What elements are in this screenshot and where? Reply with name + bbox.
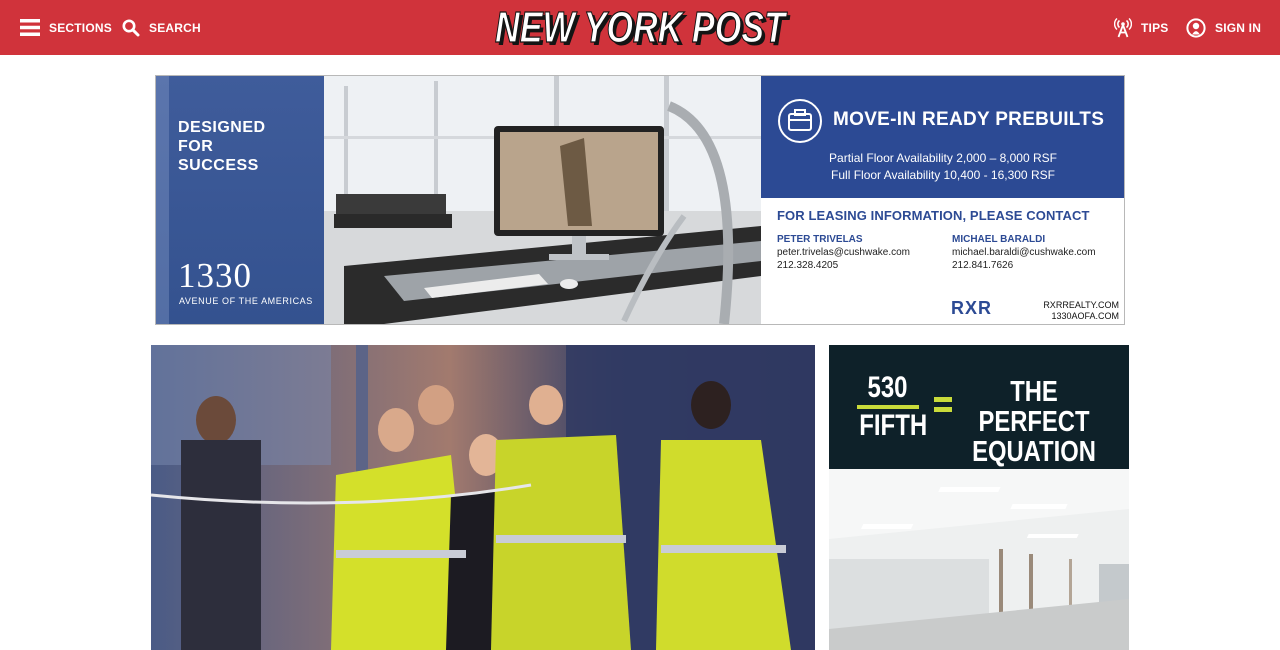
sections-label: SECTIONS	[49, 20, 112, 35]
user-circle-icon	[1186, 17, 1206, 38]
ad-left-panel: DESIGNED FOR SUCCESS 1330 AVENUE OF THE …	[156, 76, 324, 324]
ad-contact-heading: FOR LEASING INFORMATION, PLEASE CONTACT	[777, 208, 1090, 223]
briefcase-icon	[777, 98, 823, 149]
side-ad-tagline: THE PERFECT EQUATION	[970, 377, 1098, 467]
ad-left-strip	[156, 76, 169, 324]
sign-in-label: SIGN IN	[1215, 20, 1262, 35]
equals-sign-icon	[934, 397, 952, 417]
contact-email[interactable]: michael.baraldi@cushwake.com	[952, 246, 1096, 259]
leaderboard-ad[interactable]: DESIGNED FOR SUCCESS 1330 AVENUE OF THE …	[155, 75, 1125, 325]
ad-websites: RXRREALTY.COM 1330AOFA.COM	[1043, 300, 1119, 322]
ad-office-photo	[324, 76, 761, 324]
office-interior-illustration	[829, 469, 1129, 650]
ad-info-panel: MOVE-IN READY PREBUILTS Partial Floor Av…	[761, 76, 1124, 324]
side-ad-header: 530 FIFTH THE PERFECT EQUATION	[829, 345, 1129, 469]
search-label: SEARCH	[149, 20, 201, 35]
office-illustration	[324, 76, 761, 324]
ad-website-2[interactable]: 1330AOFA.COM	[1043, 311, 1119, 322]
ad-full-floor: Full Floor Availability 10,400 - 16,300 …	[831, 168, 1055, 182]
contact-name: MICHAEL BARALDI	[952, 234, 1046, 245]
ad-tagline: DESIGNED FOR SUCCESS	[178, 119, 266, 174]
tips-label: TIPS	[1141, 20, 1169, 35]
tips-button[interactable]: TIPS	[1114, 0, 1168, 55]
site-header: SECTIONS SEARCH NEW YORK POST NEW YORK P…	[0, 0, 1280, 55]
ad-address-number: 1330	[178, 256, 252, 295]
search-icon	[122, 19, 140, 37]
contact-card: MICHAEL BARALDI michael.baraldi@cushwake…	[952, 233, 1096, 272]
ad-website-1[interactable]: RXRREALTY.COM	[1043, 300, 1119, 311]
ad-headline: MOVE-IN READY PREBUILTS	[833, 109, 1105, 130]
broadcast-tower-icon	[1114, 17, 1132, 38]
side-ad[interactable]: 530 FIFTH THE PERFECT EQUATION	[829, 345, 1129, 650]
contact-email[interactable]: peter.trivelas@cushwake.com	[777, 246, 910, 259]
ad-address-street: AVENUE OF THE AMERICAS	[179, 296, 313, 306]
contact-name: PETER TRIVELAS	[777, 234, 863, 245]
lead-story-photo	[151, 345, 815, 650]
side-ad-office-photo	[829, 469, 1129, 650]
new-york-post-logo[interactable]: NEW YORK POST NEW YORK POST	[489, 4, 791, 50]
ad-partial-floor: Partial Floor Availability 2,000 – 8,000…	[829, 151, 1057, 165]
side-ad-street: FIFTH	[859, 409, 928, 442]
contact-phone: 212.328.4205	[777, 260, 839, 271]
hamburger-icon	[20, 19, 40, 36]
lead-story-image[interactable]	[151, 345, 815, 650]
side-ad-number: 530	[867, 371, 908, 404]
rxr-logo: RXR	[951, 298, 993, 318]
search-button[interactable]: SEARCH	[122, 0, 201, 55]
contact-phone: 212.841.7626	[952, 260, 1014, 271]
side-ad-tagline-line1: THE PERFECT	[978, 376, 1090, 438]
side-ad-tagline-line2: EQUATION	[972, 436, 1096, 468]
sections-button[interactable]: SECTIONS	[20, 0, 112, 55]
logo-text: NEW YORK POST	[495, 4, 787, 50]
sign-in-button[interactable]: SIGN IN	[1186, 0, 1261, 55]
ad-info-header: MOVE-IN READY PREBUILTS Partial Floor Av…	[761, 76, 1124, 198]
contact-card: PETER TRIVELAS peter.trivelas@cushwake.c…	[777, 233, 910, 272]
